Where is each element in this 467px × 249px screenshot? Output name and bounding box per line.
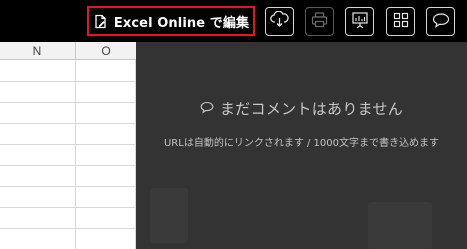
download-button[interactable] [265,7,294,36]
top-toolbar: Excel Online で編集 [0,0,467,42]
edit-in-excel-online-button[interactable]: Excel Online で編集 [87,6,255,36]
background-shape [368,202,432,249]
column-header-o: O [76,42,136,60]
printer-icon [311,11,328,32]
print-button[interactable] [305,7,334,36]
cloud-download-icon [270,10,289,32]
background-shape [150,188,188,243]
grid-line [0,207,136,208]
grid-line [0,186,136,187]
grid-line [0,144,136,145]
speech-bubble-icon [200,100,214,118]
grid-line [75,60,76,249]
grid-line [0,165,136,166]
column-headers: N O [0,42,136,60]
comments-panel: まだコメントはありません URLは自動的にリンクされます / 1000文字まで書… [136,42,467,249]
grid-view-icon [393,12,409,32]
comment-button[interactable] [426,7,455,36]
document-edit-icon [93,14,108,29]
presentation-button[interactable] [345,7,374,36]
grid-line [0,81,136,82]
grid-view-button[interactable] [386,7,415,36]
empty-comments-title: まだコメントはありません [219,100,404,118]
spreadsheet-preview: N O [0,42,136,249]
comment-icon [432,12,450,32]
comments-hint-text: URLは自動的にリンクされます / 1000文字まで書き込めます [163,138,439,149]
presentation-icon [351,11,369,33]
grid-line [0,123,136,124]
grid-line [0,228,136,229]
column-header-n: N [0,42,76,60]
grid-line [0,102,136,103]
empty-comments-title-row: まだコメントはありません [136,98,467,119]
edit-button-label: Excel Online で編集 [113,15,250,31]
